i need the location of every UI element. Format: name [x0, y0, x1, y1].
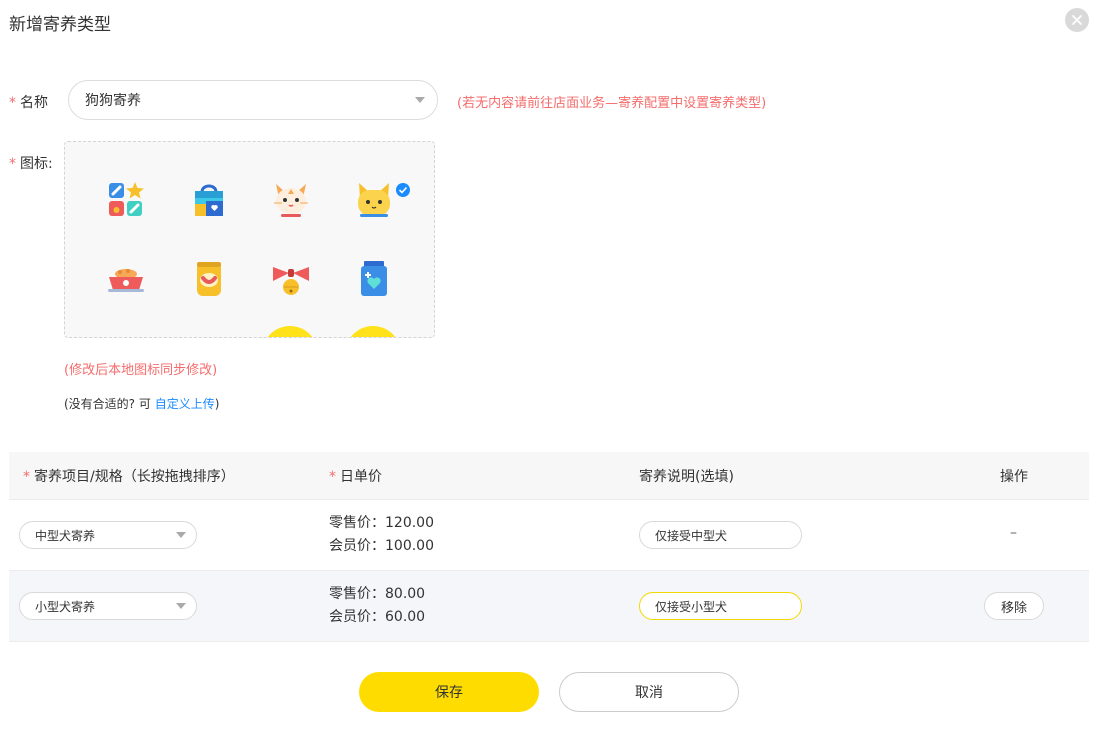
header-action: 操作 — [1000, 469, 1028, 485]
chevron-down-icon — [176, 532, 186, 538]
medicine-jar-icon[interactable] — [354, 259, 394, 299]
header-note: 寄养说明(选填) — [639, 469, 734, 485]
note-input[interactable]: 仅接受中型犬 — [639, 521, 802, 549]
icon-hint: (修改后本地图标同步修改) — [64, 363, 218, 378]
cat-face-icon[interactable] — [271, 180, 311, 220]
close-icon[interactable] — [1065, 8, 1089, 32]
dialog-title: 新增寄养类型 — [9, 15, 111, 35]
item-select[interactable]: 中型犬寄养 — [19, 521, 197, 549]
save-button[interactable]: 保存 — [359, 672, 539, 712]
remove-button[interactable]: 移除 — [984, 592, 1044, 620]
custom-upload-link[interactable]: 自定义上传 — [155, 397, 215, 411]
boarding-items-table: * 寄养项目/规格（长按拖拽排序） * 日单价 寄养说明(选填) 操作 中型犬寄养 … — [9, 452, 1089, 642]
yellow-cat-icon[interactable] — [354, 180, 394, 220]
bow-bell-icon[interactable] — [271, 259, 311, 299]
table-row: 小型犬寄养 零售价：80.00 会员价：60.00 仅接受小型犬 移除 — [9, 571, 1089, 642]
icon-picker[interactable] — [64, 141, 435, 338]
header-price: * 日单价 — [329, 469, 382, 485]
member-price: 会员价：100.00 — [329, 538, 434, 554]
selected-check-icon — [396, 183, 410, 197]
pet-items-icon[interactable] — [106, 180, 146, 220]
required-mark: * — [9, 95, 16, 111]
partial-icon — [345, 326, 401, 337]
action-placeholder: – — [1010, 525, 1017, 541]
cancel-button[interactable]: 取消 — [559, 672, 739, 712]
member-price: 会员价：60.00 — [329, 609, 426, 625]
note-input[interactable]: 仅接受小型犬 — [639, 592, 802, 620]
upload-note: (没有合适的? 可 自定义上传) — [64, 397, 220, 411]
name-select[interactable]: 狗狗寄养 — [68, 80, 438, 120]
name-select-value: 狗狗寄养 — [85, 93, 141, 109]
pet-bag-icon[interactable] — [189, 180, 229, 220]
retail-price: 零售价：120.00 — [329, 515, 434, 531]
required-mark: * — [9, 156, 16, 172]
price-cell: 零售价：120.00 会员价：100.00 — [329, 512, 434, 558]
icon-label: * 图标: — [9, 156, 53, 172]
add-boarding-type-dialog: 新增寄养类型 * 名称 狗狗寄养 (若无内容请前往店面业务—寄养配置中设置寄养类型… — [0, 0, 1100, 736]
name-hint: (若无内容请前往店面业务—寄养配置中设置寄养类型) — [457, 96, 767, 111]
header-item: * 寄养项目/规格（长按拖拽排序） — [23, 469, 235, 485]
partial-icon — [262, 326, 318, 337]
pet-bowl-icon[interactable] — [106, 259, 146, 299]
chevron-down-icon — [176, 603, 186, 609]
table-header: * 寄养项目/规格（长按拖拽排序） * 日单价 寄养说明(选填) 操作 — [9, 452, 1089, 500]
table-row: 中型犬寄养 零售价：120.00 会员价：100.00 仅接受中型犬 – — [9, 500, 1089, 571]
retail-price: 零售价：80.00 — [329, 586, 426, 602]
item-select[interactable]: 小型犬寄养 — [19, 592, 197, 620]
chevron-down-icon — [415, 97, 425, 103]
price-cell: 零售价：80.00 会员价：60.00 — [329, 583, 425, 629]
name-label: * 名称 — [9, 95, 48, 111]
pet-food-bag-icon[interactable] — [189, 259, 229, 299]
